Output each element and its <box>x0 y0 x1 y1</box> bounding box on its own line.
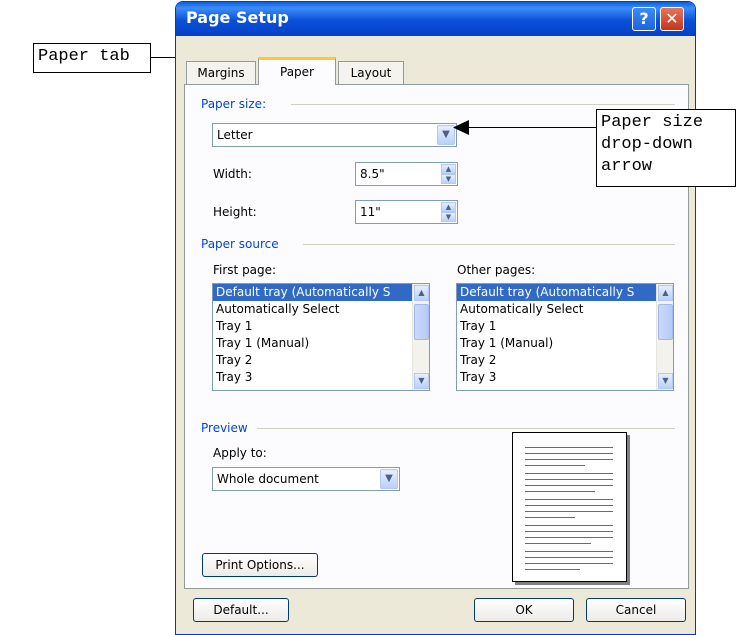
list-item[interactable]: Automatically Select <box>457 301 673 318</box>
tab-paper[interactable]: Paper <box>258 57 336 85</box>
callout-paper-size-arrow: Paper size drop-down arrow <box>596 109 736 187</box>
preview-group-label: Preview <box>201 421 248 435</box>
other-pages-scrollbar[interactable]: ▲ ▼ <box>656 284 673 390</box>
tab-margins[interactable]: Margins <box>186 61 256 85</box>
other-pages-label: Other pages: <box>457 263 536 277</box>
chevron-down-icon[interactable]: ▼ <box>380 469 398 489</box>
scroll-thumb[interactable] <box>658 304 673 340</box>
ok-button[interactable]: OK <box>474 598 574 622</box>
preview-divider <box>257 428 675 429</box>
paper-size-divider <box>291 104 675 105</box>
spin-up-icon[interactable]: ▲ <box>441 164 456 174</box>
paper-size-value: Letter <box>217 128 253 142</box>
cancel-button[interactable]: Cancel <box>586 598 686 622</box>
list-item[interactable]: Automatically Select <box>213 301 429 318</box>
chevron-down-icon[interactable]: ▼ <box>414 373 429 389</box>
first-page-list[interactable]: Default tray (Automatically S Automatica… <box>212 283 430 391</box>
height-spin-buttons[interactable]: ▲ ▼ <box>441 202 456 222</box>
callout-paper-tab-text: Paper tab <box>38 47 130 66</box>
width-value: 8.5" <box>360 167 385 181</box>
height-spinner[interactable]: 11" ▲ ▼ <box>355 200 458 224</box>
close-icon[interactable]: ✕ <box>660 7 684 31</box>
list-item[interactable]: Tray 1 (Manual) <box>213 335 429 352</box>
apply-to-label: Apply to: <box>213 446 267 460</box>
title-bar[interactable]: Page Setup ? ✕ <box>176 2 695 36</box>
default-button[interactable]: Default... <box>193 598 289 622</box>
spin-down-icon[interactable]: ▼ <box>441 174 456 184</box>
callout-arrow-line <box>462 127 596 128</box>
list-item[interactable]: Tray 1 <box>457 318 673 335</box>
list-item[interactable]: Tray 2 <box>457 352 673 369</box>
other-pages-list[interactable]: Default tray (Automatically S Automatica… <box>456 283 674 391</box>
list-item[interactable]: Default tray (Automatically S <box>457 284 673 301</box>
list-item[interactable]: Tray 1 <box>213 318 429 335</box>
list-item[interactable]: Tray 3 <box>457 369 673 386</box>
page-preview <box>512 432 627 582</box>
arrow-left-icon <box>453 120 469 135</box>
paper-source-divider <box>303 244 675 245</box>
width-label: Width: <box>213 167 252 181</box>
width-spin-buttons[interactable]: ▲ ▼ <box>441 164 456 184</box>
first-page-scrollbar[interactable]: ▲ ▼ <box>412 284 429 390</box>
chevron-up-icon[interactable]: ▲ <box>414 285 429 301</box>
width-spinner[interactable]: 8.5" ▲ ▼ <box>355 162 458 186</box>
first-page-label: First page: <box>213 263 277 277</box>
chevron-up-icon[interactable]: ▲ <box>658 285 673 301</box>
callout-line-1: Paper size <box>601 113 704 132</box>
paper-size-group-label: Paper size: <box>201 97 267 111</box>
chevron-down-icon[interactable]: ▼ <box>658 373 673 389</box>
page-setup-dialog: Page Setup ? ✕ Margins Paper Layout Pape… <box>175 1 696 635</box>
print-options-button[interactable]: Print Options... <box>202 553 318 577</box>
height-value: 11" <box>360 205 381 219</box>
scroll-thumb[interactable] <box>414 304 429 340</box>
callout-paper-tab: Paper tab <box>33 43 151 73</box>
spin-down-icon[interactable]: ▼ <box>441 212 456 222</box>
callout-line-2: drop-down <box>601 135 693 154</box>
list-item[interactable]: Default tray (Automatically S <box>213 284 429 301</box>
paper-source-group-label: Paper source <box>201 237 279 251</box>
list-item[interactable]: Tray 3 <box>213 369 429 386</box>
paper-size-dropdown[interactable]: Letter ▼ <box>212 123 457 147</box>
height-label: Height: <box>213 205 257 219</box>
apply-to-value: Whole document <box>217 472 319 486</box>
dialog-title: Page Setup <box>186 8 289 27</box>
tab-layout[interactable]: Layout <box>338 61 404 85</box>
apply-to-dropdown[interactable]: Whole document ▼ <box>212 467 400 491</box>
callout-line-3: arrow <box>601 157 653 176</box>
help-icon[interactable]: ? <box>632 7 656 31</box>
list-item[interactable]: Tray 2 <box>213 352 429 369</box>
spin-up-icon[interactable]: ▲ <box>441 202 456 212</box>
list-item[interactable]: Tray 1 (Manual) <box>457 335 673 352</box>
